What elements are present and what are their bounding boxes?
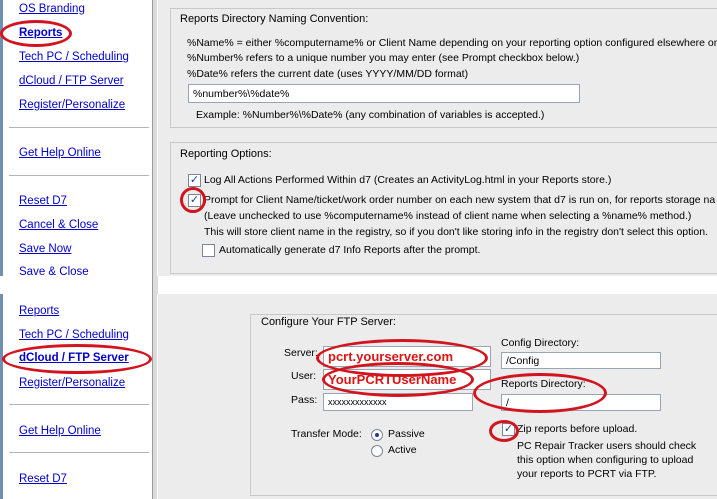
naming-help-line: %Number% refers to a unique number you m… xyxy=(187,52,580,64)
prompt-client-name-note: This will store client name in the regis… xyxy=(204,226,708,238)
zip-reports-label: Zip reports before upload. xyxy=(517,423,638,435)
sidebar-item-get-help-online[interactable]: Get Help Online xyxy=(19,425,101,437)
sidebar-item-os-branding[interactable]: OS Branding xyxy=(19,3,85,15)
ftp-server-group: Configure Your FTP Server: Server: User:… xyxy=(250,314,717,496)
reports-directory-input[interactable] xyxy=(501,394,661,411)
sidebar: Reports Tech PC / Scheduling dCloud / FT… xyxy=(0,294,152,499)
zip-reports-note: this option when configuring to upload xyxy=(517,454,694,466)
sidebar-divider xyxy=(9,127,149,128)
prompt-client-name-checkbox[interactable]: ✓ xyxy=(188,194,201,207)
active-radio[interactable] xyxy=(371,445,383,457)
pass-input[interactable] xyxy=(323,393,473,411)
zip-reports-checkbox[interactable]: ✓ xyxy=(502,423,515,436)
zip-reports-note: your reports to PCRT via FTP. xyxy=(517,468,657,480)
passive-label: Passive xyxy=(388,428,425,440)
config-directory-label: Config Directory: xyxy=(501,337,580,349)
pass-label: Pass: xyxy=(291,394,318,406)
sidebar-item-reports[interactable]: Reports xyxy=(19,305,59,317)
sidebar-item-save-now[interactable]: Save Now xyxy=(19,243,71,255)
group-title: Configure Your FTP Server: xyxy=(261,316,396,328)
prompt-client-name-note: (Leave unchecked to use %computername% i… xyxy=(204,210,692,222)
sidebar-item-get-help-online[interactable]: Get Help Online xyxy=(19,147,101,159)
active-label: Active xyxy=(388,444,417,456)
sidebar-item-register-personalize[interactable]: Register/Personalize xyxy=(19,99,125,111)
sidebar-item-dcloud-ftp-server[interactable]: dCloud / FTP Server xyxy=(19,75,124,87)
log-actions-label: Log All Actions Performed Within d7 (Cre… xyxy=(204,174,612,186)
reports-settings-panel: OS Branding Reports Tech PC / Scheduling… xyxy=(0,0,717,276)
sidebar-item-register-personalize[interactable]: Register/Personalize xyxy=(19,377,125,389)
sidebar-item-tech-pc-scheduling[interactable]: Tech PC / Scheduling xyxy=(19,329,129,341)
user-input[interactable] xyxy=(323,369,491,390)
log-actions-checkbox[interactable]: ✓ xyxy=(188,174,201,187)
sidebar-item-tech-pc-scheduling[interactable]: Tech PC / Scheduling xyxy=(19,51,129,63)
ftp-settings-panel: Reports Tech PC / Scheduling dCloud / FT… xyxy=(0,294,717,499)
naming-help-line: %Name% = either %computername% or Client… xyxy=(187,37,717,49)
auto-generate-reports-checkbox[interactable] xyxy=(202,244,215,257)
sidebar-divider xyxy=(9,175,149,176)
radio-dot xyxy=(375,433,379,437)
image-gap-splitter xyxy=(152,276,158,294)
group-title: Reporting Options: xyxy=(180,148,272,160)
server-label: Server: xyxy=(284,347,318,359)
server-input[interactable] xyxy=(323,346,491,367)
user-label: User: xyxy=(291,370,317,382)
naming-convention-group: Reports Directory Naming Convention: %Na… xyxy=(170,8,717,128)
sidebar-item-save-close[interactable]: Save & Close xyxy=(19,266,89,276)
reporting-options-group: Reporting Options: ✓ Log All Actions Per… xyxy=(170,142,717,274)
group-title: Reports Directory Naming Convention: xyxy=(180,13,369,25)
prompt-client-name-label: Prompt for Client Name/ticket/work order… xyxy=(204,194,716,206)
reports-directory-label: Reports Directory: xyxy=(501,378,586,390)
naming-help-line: %Date% refers the current date (uses YYY… xyxy=(187,68,469,80)
sidebar-divider xyxy=(9,452,149,453)
naming-convention-input[interactable] xyxy=(188,84,580,103)
config-directory-input[interactable] xyxy=(501,352,661,369)
auto-generate-reports-label: Automatically generate d7 Info Reports a… xyxy=(219,244,481,256)
zip-reports-note: PC Repair Tracker users should check xyxy=(517,440,697,452)
sidebar-item-reset-d7[interactable]: Reset D7 xyxy=(19,473,67,485)
main-content: Reports Directory Naming Convention: %Na… xyxy=(158,0,717,276)
sidebar-item-reports[interactable]: Reports xyxy=(19,27,62,39)
sidebar-item-dcloud-ftp-server[interactable]: dCloud / FTP Server xyxy=(19,352,129,364)
transfer-mode-label: Transfer Mode: xyxy=(291,428,362,440)
sidebar-item-reset-d7[interactable]: Reset D7 xyxy=(19,195,67,207)
sidebar: OS Branding Reports Tech PC / Scheduling… xyxy=(0,0,152,276)
passive-radio[interactable] xyxy=(371,429,383,441)
naming-example: Example: %Number%\%Date% (any combinatio… xyxy=(196,109,545,121)
main-content: Configure Your FTP Server: Server: User:… xyxy=(158,294,717,499)
image-gap xyxy=(0,276,717,294)
sidebar-divider xyxy=(9,404,149,405)
sidebar-item-cancel-close[interactable]: Cancel & Close xyxy=(19,219,98,231)
